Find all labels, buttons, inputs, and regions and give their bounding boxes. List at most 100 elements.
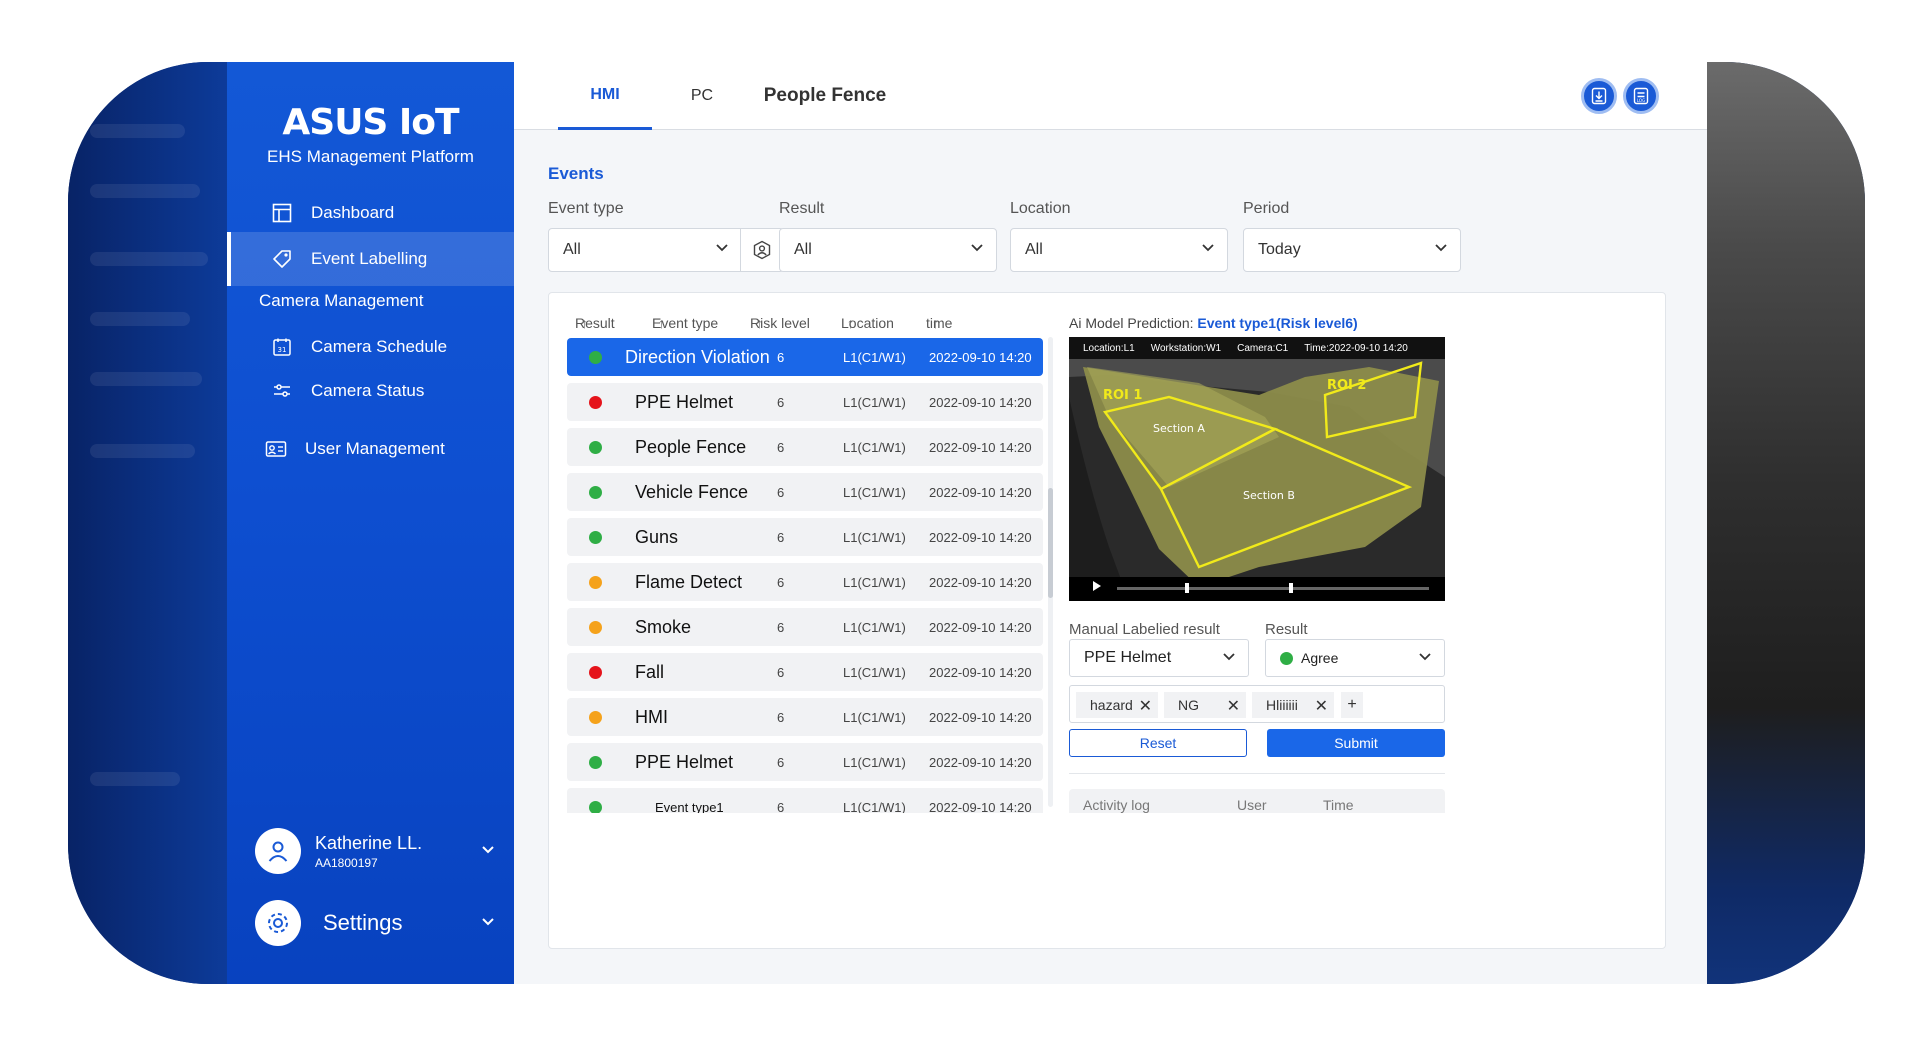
table-row[interactable]: Direction Violation 6 L1(C1/W1) 2022-09-10 … [567,338,1043,376]
sidebar-item-user-management[interactable]: User Management [227,422,514,476]
result-select[interactable]: All [779,228,997,272]
chevron-down-icon [1202,244,1214,252]
reset-button[interactable]: Reset [1069,729,1247,757]
avatar [255,828,301,874]
download-button[interactable] [1581,78,1617,114]
scrollbar-thumb[interactable] [1048,488,1053,598]
table-row[interactable]: Flame Detect 6 L1(C1/W1) 2022-09-10 14:20 [567,563,1043,601]
camera-location: Location:L1 [1083,342,1135,354]
manual-result-value: PPE Helmet [1084,649,1172,666]
id-card-icon [265,438,287,460]
app-frame: ASUS IoT EHS Management Platform Dashboa… [68,62,1865,984]
close-icon[interactable]: ✕ [1139,696,1152,716]
period-label: Period [1243,200,1290,217]
ai-prediction: Ai Model Prediction: Event type1(Risk le… [1069,315,1358,331]
tag-icon [271,248,293,270]
chevron-down-icon [1419,653,1431,661]
camera-info-bar: Location:L1 Workstation:W1 Camera:C1 Tim… [1069,337,1445,359]
camera-frame-image: ROI 1 ROI 2 Section A Section B [1069,337,1445,601]
close-icon[interactable]: ✕ [1227,696,1240,716]
period-value: Today [1258,241,1301,258]
roi1-label: ROI 1 [1103,388,1142,403]
camera-id: Camera:C1 [1237,342,1289,354]
tag-chip[interactable]: NG ✕ [1164,692,1246,718]
user-profile[interactable]: Katherine LL. AA1800197 [255,824,495,878]
logo: ASUS IoT EHS Management Platform [227,102,514,167]
camera-workstation: Workstation:W1 [1150,342,1222,354]
svg-text:31: 31 [278,346,287,354]
period-select[interactable]: Today [1243,228,1461,272]
agree-value: Agree [1301,650,1339,666]
submit-button[interactable]: Submit [1267,729,1445,757]
result-label-right: Result [1265,621,1308,638]
table-row[interactable]: Event type1 6 L1(C1/W1) 2022-09-10 14:20 [567,788,1043,813]
chevron-down-icon [716,244,728,252]
chevron-down-icon[interactable] [481,914,495,932]
status-dot [589,801,602,813]
status-dot [589,711,602,724]
log-button[interactable]: LOG [1623,78,1659,114]
tab-pc[interactable]: PC [662,62,742,130]
sidebar-item-label: User Management [305,439,445,458]
filter-settings-button[interactable] [740,228,784,272]
chevron-down-icon [971,244,983,252]
table-row[interactable]: People Fence 6 L1(C1/W1) 2022-09-10 14:20 [567,428,1043,466]
status-dot [589,486,602,499]
status-dot [1280,651,1293,665]
status-dot [589,351,602,364]
sliders-icon [271,380,293,402]
status-dot [589,576,602,589]
tag-chip[interactable]: Hliiiiii ✕ [1252,692,1334,718]
status-dot [589,531,602,544]
result-value: All [794,241,812,258]
platform-subtitle: EHS Management Platform [267,147,474,166]
settings-menu[interactable]: Settings [255,898,495,948]
table-row[interactable]: Smoke 6 L1(C1/W1) 2022-09-10 14:20 [567,608,1043,646]
table-row[interactable]: PPE Helmet 6 L1(C1/W1) 2022-09-10 14:20 [567,743,1043,781]
section-b-label: Section B [1243,489,1295,502]
activity-log-header: Activity log User Time [1069,789,1445,813]
chevron-down-icon [1435,244,1447,252]
download-icon [1591,87,1607,105]
chevron-down-icon [1223,653,1235,661]
table-row[interactable]: PPE Helmet 6 L1(C1/W1) 2022-09-10 14:20 [567,383,1043,421]
sidebar-item-event-labelling[interactable]: Event Labelling [227,232,514,286]
settings-label: Settings [323,910,403,935]
sidebar: ASUS IoT EHS Management Platform Dashboa… [227,62,514,984]
chevron-down-icon[interactable] [481,842,495,860]
table-row[interactable]: Fall 6 L1(C1/W1) 2022-09-10 14:20 [567,653,1043,691]
table-row[interactable]: HMI 6 L1(C1/W1) 2022-09-10 14:20 [567,698,1043,736]
agree-select[interactable]: Agree [1265,639,1445,677]
event-list: Direction Violation 6 L1(C1/W1) 2022-09-10 … [549,293,1049,813]
tab-people-fence[interactable]: People Fence [760,62,890,130]
log-icon: LOG [1633,87,1649,105]
manual-result-select[interactable]: PPE Helmet [1069,639,1249,677]
sidebar-item-label: Dashboard [311,203,395,222]
user-filter-icon [753,240,771,260]
location-value: All [1025,241,1043,258]
user-name: Katherine LL. [315,832,423,853]
tags-input[interactable]: hazard ✕ NG ✕ Hliiiiii ✕ + [1069,685,1445,723]
user-id: AA1800197 [315,855,378,870]
location-select[interactable]: All [1010,228,1228,272]
tab-hmi[interactable]: HMI [558,62,652,130]
event-type-select[interactable]: All [548,228,742,272]
result-label: Result [779,200,825,217]
table-row[interactable]: Vehicle Fence 6 L1(C1/W1) 2022-09-10 14:20 [567,473,1043,511]
plus-icon: + [1347,696,1357,713]
events-panel: Result ↑ Event type ↑ Risk level ↑ Location… [548,292,1666,949]
add-tag-button[interactable]: + [1341,692,1363,718]
activity-log-time-col: Time [1323,797,1354,813]
event-type-label: Event type [548,200,624,217]
tag-chip[interactable]: hazard ✕ [1076,692,1158,718]
close-icon[interactable]: ✕ [1315,696,1328,716]
section-a-label: Section A [1153,422,1205,435]
status-dot [589,396,602,409]
status-dot [589,441,602,454]
camera-view[interactable]: ROI 1 ROI 2 Section A Section B Location… [1069,337,1445,601]
blurred-background-left [68,62,228,984]
roi2-label: ROI 2 [1327,378,1366,393]
table-row[interactable]: Guns 6 L1(C1/W1) 2022-09-10 14:20 [567,518,1043,556]
sidebar-item-camera-status[interactable]: Camera Status [227,364,514,418]
main-content: HMI PC People Fence LOG Events Event typ… [514,62,1707,984]
